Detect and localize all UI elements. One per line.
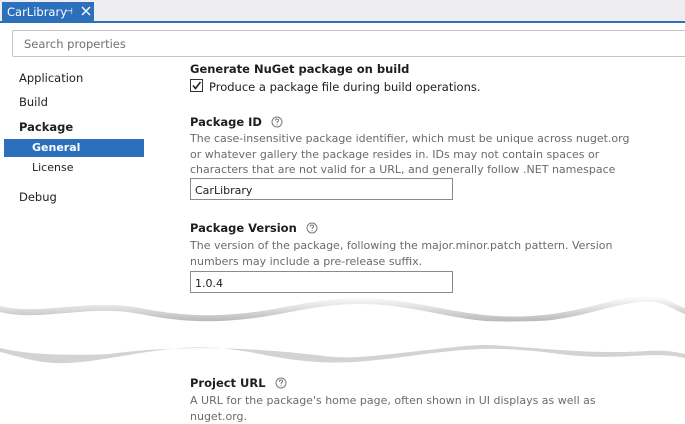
tab-title: CarLibrary	[7, 5, 68, 19]
sidebar-item-debug[interactable]: Debug	[19, 189, 57, 205]
question-circle-icon[interactable]	[275, 377, 287, 389]
close-icon[interactable]	[79, 4, 93, 18]
torn-paper-divider	[0, 295, 685, 364]
sidebar-item-package[interactable]: Package	[19, 119, 73, 135]
package-id-label: Package ID	[190, 115, 262, 129]
project-url-description: A URL for the package's home page, often…	[190, 394, 596, 423]
document-tab-strip	[0, 0, 685, 23]
package-version-description: The version of the package, following th…	[190, 239, 613, 268]
project-url-heading: Project URL	[190, 375, 287, 391]
package-id-heading: Package ID	[190, 114, 283, 130]
tab-carlibrary[interactable]: CarLibrary ⊣	[2, 2, 94, 22]
generate-package-checkbox-label[interactable]: Produce a package file during build oper…	[209, 79, 481, 95]
question-circle-icon[interactable]	[271, 116, 283, 128]
question-circle-icon[interactable]	[306, 222, 318, 234]
generate-package-checkbox[interactable]	[190, 79, 203, 92]
package-id-field[interactable]	[190, 178, 453, 201]
generate-package-heading: Generate NuGet package on build	[190, 62, 410, 76]
package-id-input[interactable]	[191, 180, 452, 201]
sidebar-item-build[interactable]: Build	[19, 94, 48, 110]
sidebar-item-application[interactable]: Application	[19, 70, 83, 86]
project-url-label: Project URL	[190, 376, 266, 390]
tab-strip-underline	[0, 21, 685, 23]
checkmark-icon	[192, 81, 202, 90]
package-version-label: Package Version	[190, 221, 297, 235]
search-input[interactable]	[13, 31, 685, 56]
package-version-heading: Package Version	[190, 220, 318, 236]
pin-icon[interactable]: ⊣	[65, 5, 73, 19]
sidebar-item-general[interactable]: General	[4, 139, 144, 157]
search-properties-box[interactable]	[12, 30, 685, 57]
sidebar-item-license[interactable]: License	[4, 159, 144, 177]
